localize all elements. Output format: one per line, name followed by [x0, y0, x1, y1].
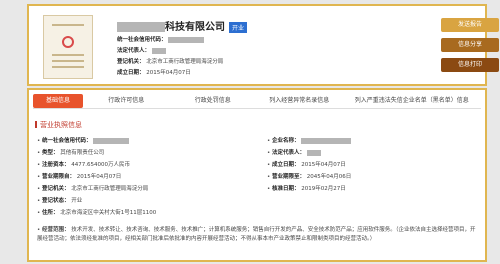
tab-abnormal-list[interactable]: 列入经营异常名录信息 [256, 94, 343, 108]
field-founded: • 成立日期： 2015年04月07日 [267, 162, 346, 168]
header-founded: 成立日期： 2015年04月07日 [117, 70, 191, 76]
field-authority: • 登记机关： 北京市工商行政管理局海淀分局 [37, 186, 149, 192]
tab-admin-penalty[interactable]: 行政处罚信息 [170, 94, 257, 108]
seal-icon [62, 36, 74, 48]
field-type: • 类型： 其他有限责任公司 [37, 150, 105, 156]
header-reg-authority: 登记机关： 北京市工商行政管理局海淀分局 [117, 59, 224, 65]
print-button[interactable]: 信息打印 [441, 58, 499, 72]
tab-basic-info[interactable]: 基础信息 [33, 94, 83, 108]
send-report-button[interactable]: 发送报告 [441, 18, 499, 32]
field-capital: • 注册资本： 4477.654000万人民币 [37, 162, 131, 168]
tab-admin-license[interactable]: 行政许可信息 [83, 94, 170, 108]
header-credit-code: 统一社会信用代码： [117, 35, 205, 43]
section-title: 营业执照信息 [35, 120, 82, 130]
field-term-from: • 营业期限自： 2015年04月07日 [37, 174, 122, 180]
redacted-block [93, 137, 130, 144]
company-name: 科技有限公司 开业 [117, 18, 248, 33]
share-button[interactable]: 信息分享 [441, 38, 499, 52]
redacted-block [168, 36, 205, 43]
detail-panel: 基础信息 行政许可信息 行政处罚信息 列入经营异常名录信息 列入严重违法失信企业… [27, 88, 487, 262]
field-address: • 住所： 北京市海淀区中关村大街1号11层1100 [37, 210, 157, 216]
redacted-block [306, 149, 321, 156]
header-legal-rep: 法定代表人： [117, 46, 166, 54]
field-company-name: • 企业名称： [267, 136, 352, 144]
redacted-block [151, 47, 166, 54]
field-legal-rep: • 法定代表人： [267, 148, 321, 156]
company-summary-panel: 科技有限公司 开业 统一社会信用代码： 法定代表人： 登记机关： 北京市工商行政管… [27, 4, 499, 86]
field-approval: • 核准日期： 2019年02月27日 [267, 186, 346, 192]
status-badge: 开业 [229, 21, 248, 33]
business-license-thumbnail[interactable] [43, 15, 93, 79]
field-status: • 登记状态： 开业 [37, 198, 83, 204]
company-name-suffix: 科技有限公司 [165, 22, 225, 33]
tab-bar: 基础信息 行政许可信息 行政处罚信息 列入经营异常名录信息 列入严重违法失信企业… [33, 94, 481, 109]
redacted-block [301, 137, 352, 144]
field-term-to: • 营业期限至： 2045年04月06日 [267, 174, 352, 180]
tab-blacklist[interactable]: 列入严重违法失信企业名单（黑名单）信息 [343, 94, 481, 108]
field-credit-code: • 统一社会信用代码： [37, 136, 130, 144]
field-scope: • 经营范围： 技术开发、技术转让、技术咨询、技术服务、技术推广；计算机系统服务… [37, 227, 476, 242]
redacted-block [117, 22, 165, 32]
